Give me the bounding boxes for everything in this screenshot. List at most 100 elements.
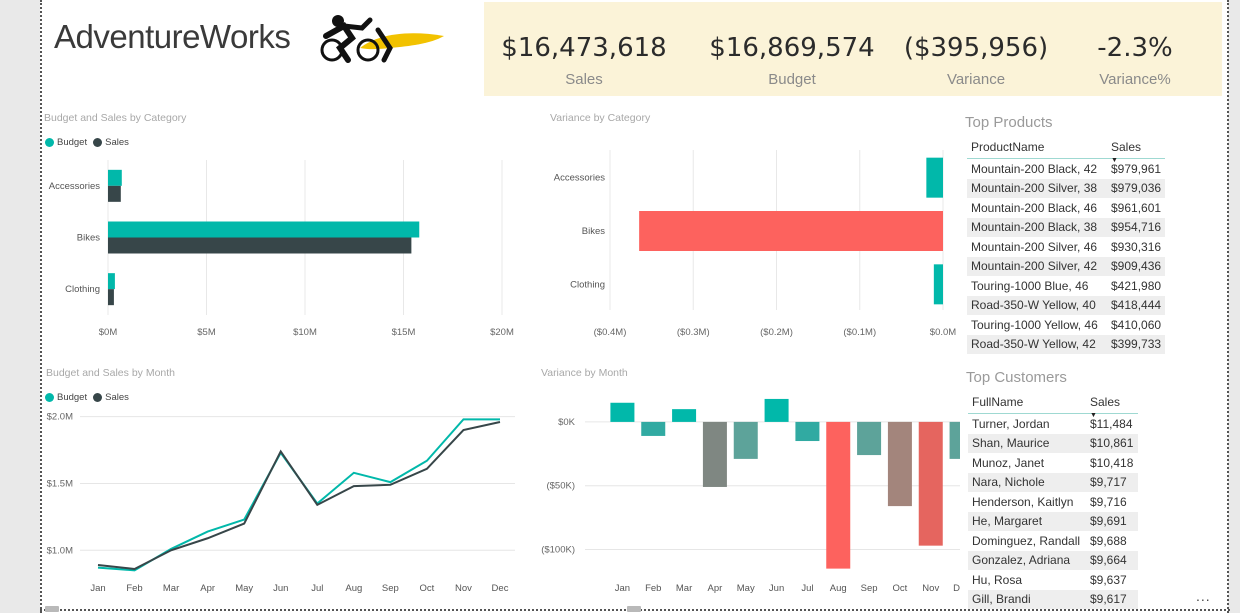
category-label: Bikes: [582, 226, 605, 237]
legend-budget-sales-month[interactable]: Budget Sales: [45, 392, 129, 403]
top-customers-table: FullName Sales ▼ Turner, Jordan $11,484 Sha…: [968, 393, 1138, 609]
bar-budget[interactable]: [108, 169, 122, 186]
bar-variance[interactable]: [764, 398, 789, 422]
bar-variance[interactable]: [641, 421, 666, 436]
cell-name: Road-350-W Yellow, 40: [967, 295, 1107, 315]
bar-variance[interactable]: [918, 421, 943, 546]
series-line-budget[interactable]: [97, 418, 500, 572]
series-line-sales[interactable]: [97, 421, 501, 571]
bar-variance[interactable]: [933, 264, 943, 305]
bar-variance[interactable]: [857, 421, 882, 456]
cell-name: Munoz, Janet: [972, 455, 1045, 470]
cell-sales: $10,418: [1090, 455, 1134, 470]
bar-variance[interactable]: [826, 421, 851, 569]
customer-row[interactable]: Munoz, Janet $10,418: [968, 453, 1138, 473]
resize-handle-center[interactable]: [627, 606, 641, 612]
column-header-sales[interactable]: Sales ▼: [1086, 393, 1138, 419]
customer-row[interactable]: Dominguez, Randall $9,688: [968, 531, 1138, 551]
kpi-sales-value: $16,473,618: [501, 33, 667, 63]
product-row[interactable]: Touring-1000 Blue, 46 $421,980: [967, 276, 1165, 296]
cell-name: Henderson, Kaitlyn: [972, 494, 1074, 509]
cell-name: Shan, Maurice: [968, 433, 1086, 453]
x-tick-label: ($0.2M): [760, 327, 793, 338]
bar-sales[interactable]: [108, 289, 114, 306]
sort-desc-icon: ▼: [1111, 157, 1118, 164]
category-label: Clothing: [65, 284, 100, 295]
column-header-sales[interactable]: Sales ▼: [1107, 138, 1166, 164]
cell-name: Gonzalez, Adriana: [968, 550, 1086, 570]
customer-row[interactable]: Shan, Maurice $10,861: [968, 433, 1138, 453]
legend-label-sales: Sales: [105, 392, 129, 403]
x-tick-label: Feb: [126, 583, 142, 594]
logo-arm: [341, 17, 373, 31]
chart-budget-sales-month[interactable]: $1.0M $1.5M $2.0M Jan Feb Mar Apr May Jun Jul Aug S…: [40, 405, 520, 600]
top-customers-title: Top Customers: [966, 369, 1067, 386]
bar-sales[interactable]: [108, 237, 412, 254]
cell-name: Dominguez, Randall: [972, 533, 1081, 548]
bar-variance[interactable]: [639, 211, 943, 251]
product-row[interactable]: Mountain-200 Black, 38 $954,716: [967, 217, 1166, 237]
more-options-icon[interactable]: ...: [1196, 588, 1211, 604]
chart-variance-month[interactable]: $0K ($50K) ($100K) Jan Feb Mar Apr May Jun Jul Aug…: [530, 390, 960, 600]
bar-sales[interactable]: [108, 185, 121, 202]
resize-handle-left[interactable]: [45, 606, 59, 612]
kpi-variance-pct-value: -2.3%: [1097, 33, 1173, 63]
column-header-fullname[interactable]: FullName: [968, 393, 1086, 414]
app-title: AdventureWorks: [54, 18, 291, 55]
product-row[interactable]: Mountain-200 Silver, 38 $979,036: [967, 178, 1166, 198]
legend-label-budget: Budget: [57, 392, 88, 403]
customer-row[interactable]: Gill, Brandi $9,617: [968, 589, 1138, 609]
x-tick-label: Oct: [420, 583, 435, 594]
product-row[interactable]: Mountain-200 Silver, 46 $930,316: [967, 237, 1165, 257]
product-row[interactable]: Road-350-W Yellow, 42 $399,733: [967, 334, 1166, 354]
cell-name: Mountain-200 Silver, 42: [967, 256, 1107, 276]
x-tick-label: Nov: [922, 583, 939, 594]
chart-title-budget-sales-category: Budget and Sales by Category: [44, 112, 187, 124]
legend-budget-sales-category[interactable]: Budget Sales: [45, 137, 129, 148]
customer-row[interactable]: Nara, Nichole $9,717: [968, 472, 1138, 492]
cell-sales: $10,861: [1086, 433, 1138, 453]
bar-variance[interactable]: [887, 421, 912, 507]
bar-variance[interactable]: [733, 421, 758, 459]
product-row[interactable]: Mountain-200 Silver, 42 $909,436: [967, 256, 1166, 276]
cell-sales: $399,733: [1107, 334, 1166, 354]
y-tick-label: ($100K): [541, 544, 575, 555]
bar-budget[interactable]: [108, 273, 115, 290]
bar-variance[interactable]: [795, 421, 820, 442]
bar-budget[interactable]: [108, 221, 420, 238]
cyclist-logo: [320, 15, 444, 63]
product-row[interactable]: Road-350-W Yellow, 40 $418,444: [967, 295, 1166, 315]
product-row[interactable]: Mountain-200 Black, 46 $961,601: [967, 198, 1165, 218]
cell-name: Turner, Jordan: [972, 416, 1050, 431]
chart-variance-category[interactable]: ($0.4M) ($0.3M) ($0.2M) ($0.1M) $0.0M Accesso…: [540, 150, 960, 350]
legend-dot-sales: [93, 138, 103, 147]
cell-sales: $9,617: [1086, 589, 1138, 609]
x-tick-label: $0M: [99, 327, 118, 338]
product-row[interactable]: Mountain-200 Black, 42 $979,961: [967, 159, 1165, 179]
cell-name: Touring-1000 Yellow, 46: [971, 317, 1098, 332]
x-tick-label: Mar: [163, 583, 179, 594]
cell-sales: $930,316: [1111, 239, 1162, 254]
chart-budget-sales-category[interactable]: $0M $5M $10M $15M $20M Accessories Bikes Clothi…: [40, 150, 530, 350]
kpi-budget-value: $16,869,574: [709, 33, 875, 63]
cell-name: He, Margaret: [968, 511, 1086, 531]
product-row[interactable]: Touring-1000 Yellow, 46 $410,060: [967, 315, 1165, 335]
bar-variance[interactable]: [672, 409, 697, 422]
bar-variance[interactable]: [949, 421, 960, 459]
bar-variance[interactable]: [702, 421, 727, 487]
x-tick-label: Jul: [311, 583, 323, 594]
x-tick-label: May: [737, 583, 755, 594]
customer-row[interactable]: Turner, Jordan $11,484: [968, 414, 1138, 434]
column-header-productname[interactable]: ProductName: [967, 138, 1107, 159]
customer-row[interactable]: He, Margaret $9,691: [968, 511, 1138, 531]
y-tick-label: $0K: [558, 417, 576, 428]
legend-dot-budget: [45, 138, 54, 147]
customer-row[interactable]: Hu, Rosa $9,637: [968, 570, 1138, 590]
customer-row[interactable]: Henderson, Kaitlyn $9,716: [968, 492, 1138, 512]
bar-variance[interactable]: [610, 402, 635, 422]
cell-sales: $9,716: [1090, 494, 1127, 509]
bar-variance[interactable]: [926, 157, 943, 198]
y-tick-label: ($50K): [546, 481, 575, 492]
cell-sales: $961,601: [1111, 200, 1162, 215]
customer-row[interactable]: Gonzalez, Adriana $9,664: [968, 550, 1138, 570]
